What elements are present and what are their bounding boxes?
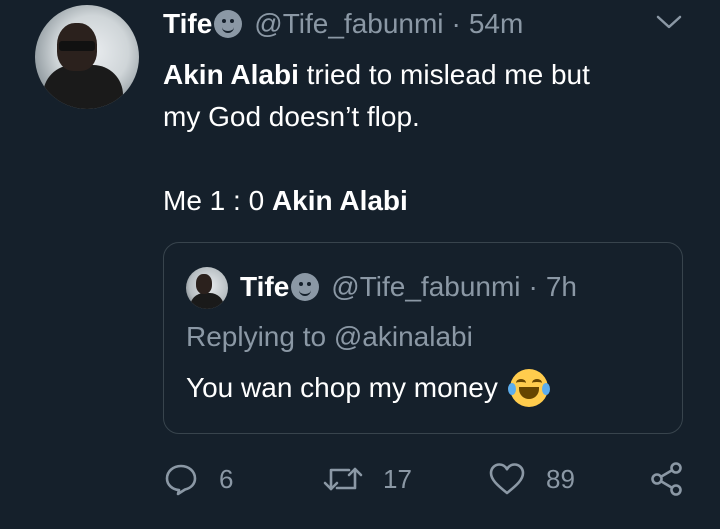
emoji-badge-icon: [214, 10, 243, 38]
separator-dot: ·: [451, 8, 461, 39]
retweet-button[interactable]: 17: [323, 458, 412, 500]
like-icon: [488, 461, 526, 497]
reply-button[interactable]: 6: [163, 458, 233, 500]
retweet-icon: [323, 461, 363, 497]
quoted-avatar: [186, 267, 228, 309]
share-button[interactable]: [649, 458, 685, 500]
tweet-text-line2: my God doesn’t flop.: [163, 101, 420, 132]
chevron-down-icon[interactable]: [656, 14, 682, 30]
emoji-badge-icon: [291, 273, 320, 301]
quoted-header: Tife @Tife_fabunmi · 7h: [240, 267, 577, 307]
share-icon: [649, 461, 685, 497]
like-count: 89: [546, 463, 575, 494]
mention-link[interactable]: Akin Alabi: [163, 59, 299, 90]
tweet-text-line1: tried to mislead me but: [298, 59, 590, 90]
quoted-author-handle: @Tife_fabunmi: [331, 271, 521, 302]
tweet-header: Tife @Tife_fabunmi · 54m: [163, 4, 523, 44]
retweet-count: 17: [383, 463, 412, 494]
quoted-text: You wan chop my money: [186, 372, 498, 403]
tweet-text-line3: Me 1 : 0: [163, 185, 272, 216]
separator-dot: ·: [528, 271, 538, 302]
quoted-tweet[interactable]: Tife @Tife_fabunmi · 7h Replying to @aki…: [163, 242, 683, 434]
reply-count: 6: [219, 463, 234, 494]
reply-icon: [163, 461, 199, 497]
replying-to: Replying to @akinalabi: [186, 321, 473, 352]
like-button[interactable]: 89: [488, 458, 575, 500]
quoted-text-row: You wan chop my money: [186, 369, 550, 407]
quoted-timestamp: 7h: [545, 271, 578, 302]
action-bar: 6 17 89: [163, 458, 693, 500]
tweet-text: Akin Alabi tried to mislead me but my Go…: [163, 54, 683, 222]
quoted-author-name: Tife: [240, 271, 290, 302]
author-handle[interactable]: @Tife_fabunmi: [254, 8, 443, 40]
laughing-emoji-icon: [507, 369, 550, 407]
mention-link[interactable]: Akin Alabi: [272, 185, 408, 216]
author-name[interactable]: Tife: [163, 8, 212, 40]
timestamp[interactable]: 54m: [469, 8, 523, 40]
avatar[interactable]: [35, 5, 139, 109]
